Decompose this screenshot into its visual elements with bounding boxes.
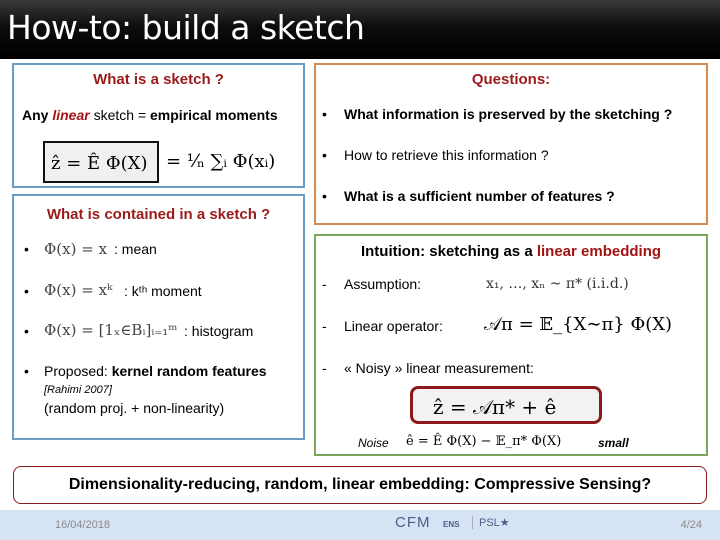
questions-heading: Questions: [471,71,551,88]
page-number: 4/24 [680,519,702,531]
psl-logo: PSL★ [472,516,510,529]
what-is-sketch-heading: What is a sketch ? [93,71,224,88]
compressive-sensing-banner: Dimensionality-reducing, random, linear … [13,466,707,504]
slide-title: How-to: build a sketch [7,8,365,47]
contained-heading: What is contained in a sketch ? [46,206,271,223]
cfm-logo: CFM [395,514,431,531]
what-is-sketch-box: What is a sketch ? Any linear sketch = e… [12,63,305,188]
ens-logo: ENS [443,520,460,529]
title-bar: How-to: build a sketch [0,0,720,59]
proposed-line: Proposed: kernel random features [44,363,267,379]
sketch-equation-box: ẑ = Ê Φ(X) [43,141,159,183]
contained-box: What is contained in a sketch ? • Φ(x) =… [12,194,305,440]
citation: [Rahimi 2007] [44,384,112,396]
linear-sketch-line: Any linear sketch = empirical moments [22,107,278,123]
intuition-heading: Intuition: sketching as a linear embeddi… [360,243,662,260]
questions-box: Questions: • What information is preserv… [314,63,708,225]
footer-date: 16/04/2018 [55,519,111,531]
intuition-box: Intuition: sketching as a linear embeddi… [314,234,708,456]
slide-footer: 16/04/2018 CFM ENS PSL★ 4/24 [0,510,720,540]
proposed-note: (random proj. + non-linearity) [44,400,225,416]
sketch-equation-sum: = ¹⁄ₙ ∑ᵢ Φ(xᵢ) [166,151,276,172]
measurement-equation-box: ẑ = 𝒜π* + ê [410,386,602,424]
measurement-equation: ẑ = 𝒜π* + ê [433,395,557,419]
sketch-equation: ẑ = Ê Φ(X) [51,153,148,174]
